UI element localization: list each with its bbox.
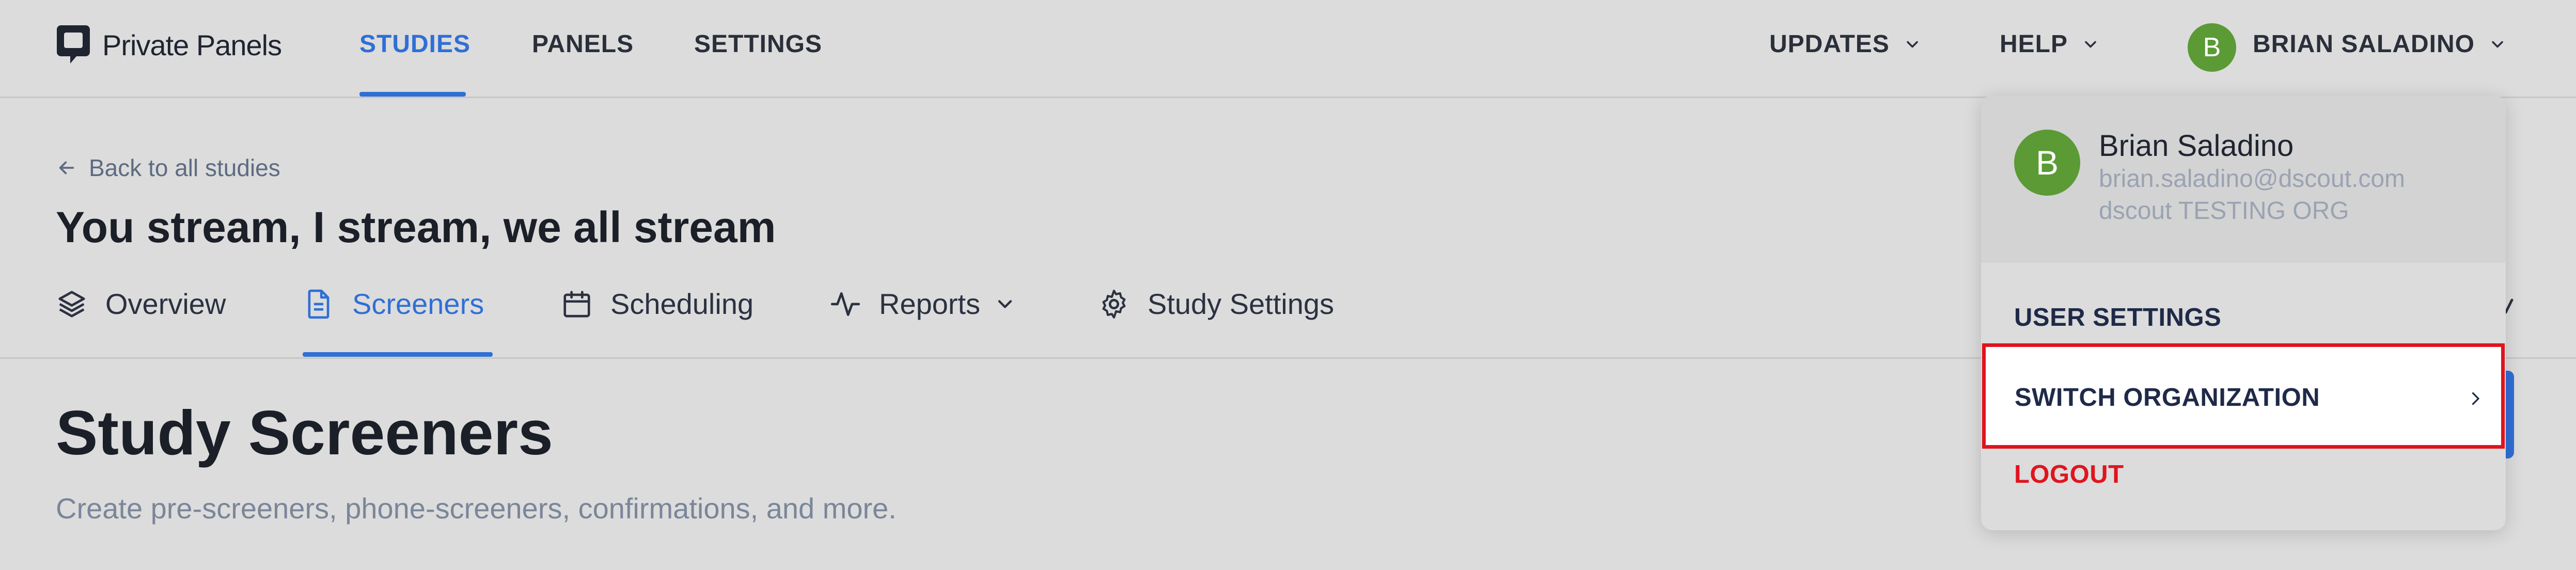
back-to-studies-link[interactable]: Back to all studies bbox=[56, 154, 280, 182]
user-dropdown-menu: B Brian Saladino brian.saladino@dscout.c… bbox=[1981, 96, 2506, 530]
tab-label: Overview bbox=[105, 288, 226, 320]
user-organization: dscout TESTING ORG bbox=[2099, 197, 2349, 225]
nav-active-indicator bbox=[359, 92, 466, 97]
help-menu[interactable]: HELP bbox=[2000, 30, 2100, 58]
top-navigation-bar: Private Panels STUDIES PANELS SETTINGS U… bbox=[0, 0, 2576, 98]
chevron-down-icon bbox=[998, 299, 1012, 308]
arrow-left-icon bbox=[59, 161, 74, 175]
document-icon bbox=[308, 289, 329, 319]
chevron-down-icon bbox=[2085, 41, 2096, 48]
chevron-down-icon bbox=[2492, 41, 2503, 48]
tab-active-indicator bbox=[303, 352, 493, 357]
app-logo[interactable]: Private Panels bbox=[56, 24, 282, 66]
study-title: You stream, I stream, we all stream bbox=[56, 203, 776, 251]
user-menu[interactable]: BRIAN SALADINO bbox=[2253, 30, 2507, 58]
user-menu-label: BRIAN SALADINO bbox=[2253, 30, 2475, 58]
chat-bubble-logo-icon bbox=[57, 25, 90, 64]
chevron-down-icon bbox=[1906, 41, 1918, 48]
chevron-right-icon bbox=[2472, 392, 2479, 405]
activity-icon bbox=[830, 292, 860, 316]
tab-study-settings[interactable]: Study Settings bbox=[1098, 287, 1334, 321]
user-avatar[interactable]: B bbox=[2188, 23, 2236, 72]
user-email: brian.saladino@dscout.com bbox=[2099, 165, 2406, 193]
user-settings-menu-item[interactable]: USER SETTINGS bbox=[2014, 303, 2221, 332]
switch-organization-menu-item[interactable]: SWITCH ORGANIZATION bbox=[1982, 343, 2505, 449]
page-title: Study Screeners bbox=[56, 398, 553, 468]
back-link-label: Back to all studies bbox=[89, 154, 280, 181]
tab-label: Screeners bbox=[352, 288, 484, 320]
layers-icon bbox=[58, 290, 85, 318]
updates-menu[interactable]: UPDATES bbox=[1769, 30, 1922, 58]
tab-label: Scheduling bbox=[610, 288, 754, 320]
tab-reports[interactable]: Reports bbox=[829, 287, 1016, 321]
nav-settings[interactable]: SETTINGS bbox=[694, 30, 822, 58]
updates-label: UPDATES bbox=[1769, 30, 1890, 58]
user-profile-header: B Brian Saladino brian.saladino@dscout.c… bbox=[1981, 96, 2506, 263]
avatar: B bbox=[2014, 130, 2080, 196]
switch-organization-label: SWITCH ORGANIZATION bbox=[2015, 384, 2320, 411]
nav-studies[interactable]: STUDIES bbox=[359, 30, 470, 58]
tab-label: Study Settings bbox=[1148, 288, 1334, 320]
tab-overview[interactable]: Overview bbox=[56, 287, 226, 321]
calendar-icon bbox=[563, 290, 590, 318]
nav-panels[interactable]: PANELS bbox=[532, 30, 634, 58]
app-name: Private Panels bbox=[102, 28, 282, 61]
gear-icon bbox=[1102, 289, 1126, 319]
tab-scheduling[interactable]: Scheduling bbox=[561, 287, 753, 321]
help-label: HELP bbox=[2000, 30, 2068, 58]
tab-label: Reports bbox=[879, 288, 981, 320]
tab-screeners[interactable]: Screeners bbox=[303, 287, 484, 321]
logout-menu-item[interactable]: LOGOUT bbox=[2014, 460, 2124, 489]
page-subtitle: Create pre-screeners, phone-screeners, c… bbox=[56, 492, 897, 525]
user-name: Brian Saladino bbox=[2099, 129, 2294, 163]
